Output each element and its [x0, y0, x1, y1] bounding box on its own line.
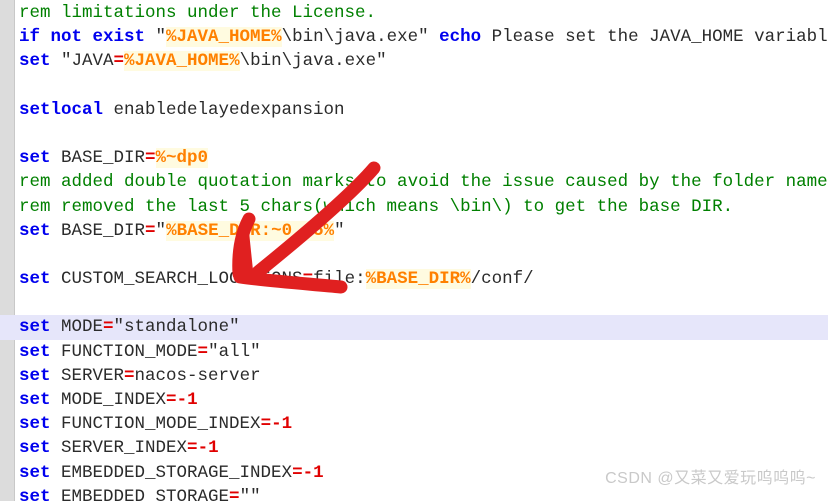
code-token-plain: " — [155, 220, 167, 241]
code-line[interactable] — [0, 291, 828, 315]
code-token-kw: set — [19, 390, 51, 410]
code-token-plain: " — [145, 27, 167, 48]
code-area[interactable]: rem limitations under the License. if not… — [0, 0, 828, 501]
code-token-kw: set — [19, 462, 51, 483]
code-line[interactable]: rem added double quotation marks to avoi… — [0, 170, 828, 194]
code-line[interactable]: set MODE_INDEX=-1 — [0, 388, 828, 412]
code-token-kw: set — [19, 341, 51, 362]
code-token-plain: " — [334, 220, 345, 241]
code-line[interactable] — [0, 122, 828, 146]
code-token-plain: /conf/ — [470, 269, 534, 290]
code-token-var: %BASE_DIR:~0,-5% — [166, 220, 335, 241]
code-line[interactable] — [0, 74, 828, 98]
code-token-kw: echo — [439, 27, 482, 48]
code-token-plain: MODE_INDEX — [50, 390, 167, 410]
code-token-kw: setlocal — [19, 99, 104, 120]
code-line[interactable]: set SERVER=nacos-server — [0, 364, 828, 388]
code-token-plain: MODE — [50, 317, 104, 338]
code-token-eq: = — [229, 486, 240, 501]
code-token-kw: set — [19, 438, 51, 459]
code-token-plain: "JAVA — [50, 51, 114, 72]
code-line[interactable]: set FUNCTION_MODE="all" — [0, 340, 828, 364]
code-token-eq: = — [103, 317, 114, 338]
code-token-kw: set — [19, 51, 51, 72]
code-token-plain: "" — [239, 486, 261, 501]
code-token-plain: "standalone" — [113, 317, 240, 338]
code-token-var: %JAVA_HOME% — [124, 51, 240, 72]
code-token-plain: CUSTOM_SEARCH_LOCATIONS — [50, 269, 303, 290]
code-token-plain: \bin\java.exe" — [239, 51, 387, 72]
code-token-plain: \bin\java.exe" — [281, 27, 440, 48]
code-token-plain: enabledelayedexpansion — [103, 99, 345, 120]
csdn-watermark: CSDN @又菜又爱玩呜呜呜~ — [605, 470, 816, 487]
code-token-kw: set — [19, 220, 51, 241]
code-token-plain: file: — [313, 269, 366, 290]
code-line[interactable]: rem limitations under the License. — [0, 1, 828, 25]
code-token-eq: = — [292, 462, 303, 483]
code-token-plain: FUNCTION_MODE_INDEX — [50, 414, 261, 435]
code-line-current[interactable]: set MODE="standalone" — [0, 315, 828, 340]
code-token-kw: set — [19, 414, 51, 435]
code-token-var: %BASE_DIR% — [365, 269, 471, 290]
code-token-plain: BASE_DIR — [50, 220, 146, 241]
code-token-num: -1 — [271, 414, 293, 435]
code-editor-screenshot: rem limitations under the License. if not… — [0, 0, 828, 501]
code-token-eq: = — [187, 438, 198, 459]
code-token-num: -1 — [197, 438, 219, 459]
code-token-kw: set — [19, 486, 51, 501]
code-token-kw: set — [19, 317, 51, 338]
code-token-eq: = — [166, 390, 177, 410]
code-line[interactable]: set BASE_DIR="%BASE_DIR:~0,-5%" — [0, 219, 828, 243]
code-token-var: %JAVA_HOME% — [166, 27, 282, 48]
code-token-var: %~dp0 — [155, 148, 209, 169]
code-line[interactable]: set SERVER_INDEX=-1 — [0, 436, 828, 460]
code-token-eq: = — [113, 51, 125, 72]
code-token-kw: set — [19, 148, 51, 169]
code-line[interactable]: setlocal enabledelayedexpansion — [0, 98, 828, 122]
code-token-plain: FUNCTION_MODE — [50, 341, 198, 362]
code-token-eq: = — [124, 365, 135, 386]
code-line[interactable]: if not exist "%JAVA_HOME%\bin\java.exe" … — [0, 25, 828, 49]
code-token-plain: SERVER — [50, 365, 125, 386]
code-line[interactable]: set CUSTOM_SEARCH_LOCATIONS=file:%BASE_D… — [0, 267, 828, 291]
code-token-kw: if not exist — [19, 27, 146, 48]
code-token-kw: set — [19, 269, 51, 290]
code-line[interactable]: set "JAVA=%JAVA_HOME%\bin\java.exe" — [0, 49, 828, 73]
code-token-plain: EMBEDDED_STORAGE_INDEX — [50, 462, 293, 483]
code-token-plain: SERVER_INDEX — [50, 438, 188, 459]
code-token-plain: Please set the JAVA_HOME variable in you… — [491, 27, 828, 48]
code-token-eq: = — [145, 220, 156, 241]
code-token-cmt: rem removed the last 5 chars(which means… — [19, 196, 734, 217]
code-token-plain: EMBEDDED_STORAGE — [50, 486, 230, 501]
code-line[interactable] — [0, 243, 828, 267]
code-token-num: -1 — [176, 390, 198, 410]
code-token-cmt: rem limitations under the License. — [19, 3, 377, 23]
code-token-eq: = — [302, 269, 314, 290]
code-token-eq: = — [145, 148, 156, 169]
code-token-plain: BASE_DIR — [50, 148, 146, 169]
code-token-num: -1 — [302, 462, 324, 483]
code-token-plain: nacos-server — [134, 365, 261, 386]
code-token-cmt: rem added double quotation marks to avoi… — [19, 172, 828, 193]
code-line[interactable]: set FUNCTION_MODE_INDEX=-1 — [0, 412, 828, 436]
code-token-eq: = — [260, 414, 272, 435]
code-token-plain: "all" — [208, 341, 261, 362]
code-line[interactable]: rem removed the last 5 chars(which means… — [0, 195, 828, 219]
code-line[interactable]: set BASE_DIR=%~dp0 — [0, 146, 828, 170]
code-token-eq: = — [197, 341, 209, 362]
code-token-kw: set — [19, 365, 51, 386]
